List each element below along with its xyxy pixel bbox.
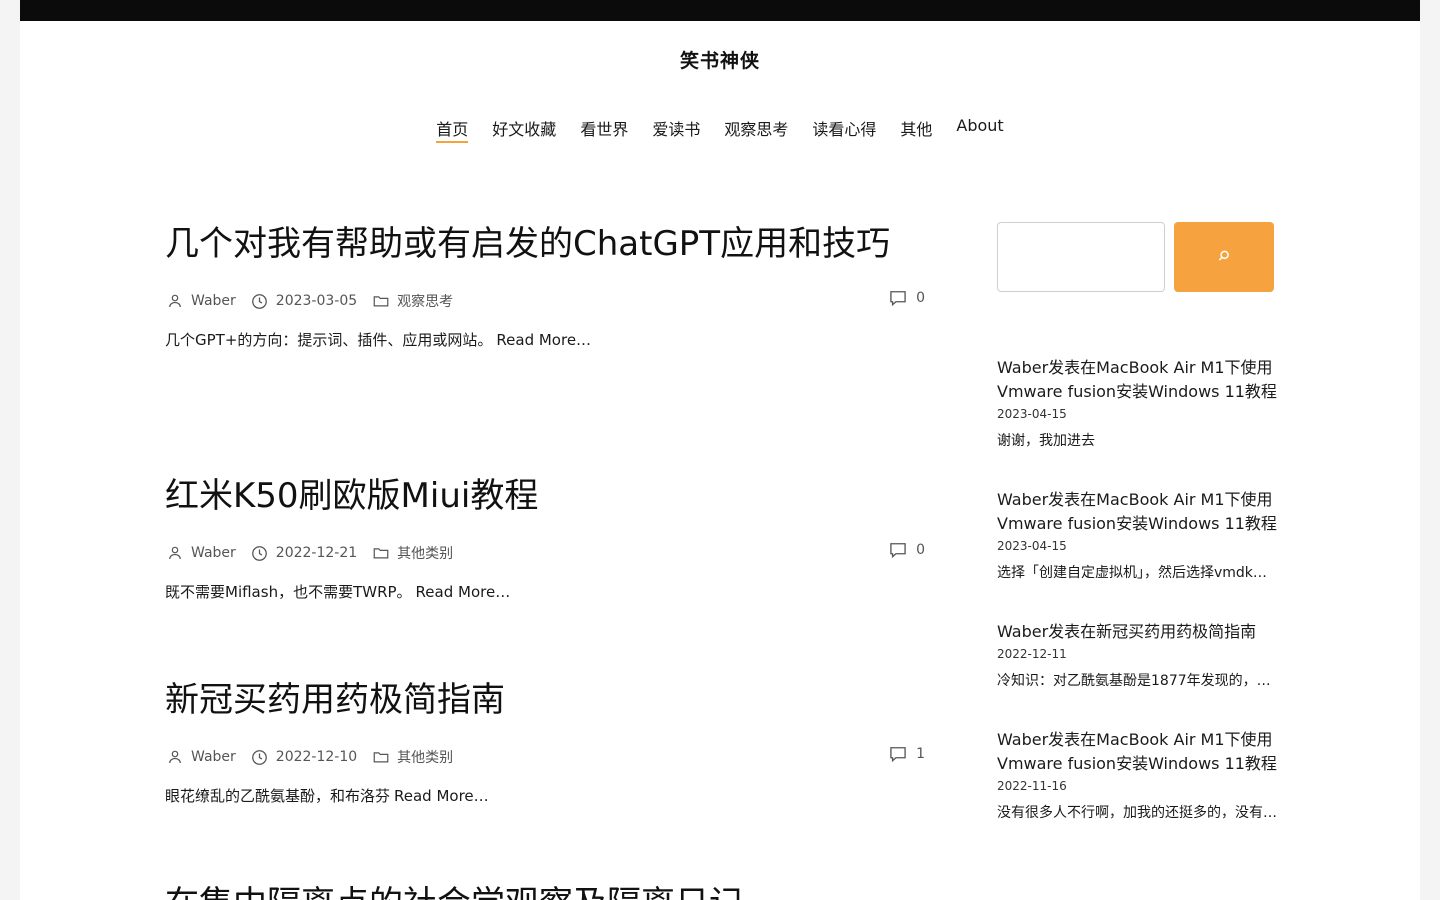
post-item: 红米K50刷欧版Miui教程 Waber 2022-12-21 其他类别 0 既… [165, 472, 925, 676]
read-more-link[interactable]: Read More… [416, 583, 511, 601]
post-comments[interactable]: 0 [888, 540, 925, 560]
post-author[interactable]: Waber [165, 291, 236, 311]
comment-date: 2022-12-11 [997, 647, 1067, 661]
site-title[interactable]: 笑书神侠 [20, 46, 1420, 73]
post-meta: Waber 2023-03-05 观察思考 0 [165, 288, 925, 314]
comment-excerpt: 谢谢，我加进去 [997, 433, 1095, 449]
post-list: 几个对我有帮助或有启发的ChatGPT应用和技巧 Waber 2023-03-0… [165, 220, 925, 900]
search-icon [1217, 249, 1231, 266]
search-form [997, 222, 1277, 292]
post-author[interactable]: Waber [165, 543, 236, 563]
post-category[interactable]: 其他类别 [371, 747, 453, 767]
comment-excerpt: 没有很多人不行啊，加我的还挺多的，没有… [997, 805, 1277, 821]
read-more-link[interactable]: Read More… [394, 787, 489, 805]
comment-bubble-icon [888, 540, 908, 560]
folder-icon [371, 747, 391, 767]
comment-excerpt: 选择「创建自定虚拟机」，然后选择vmdk… [997, 565, 1267, 581]
comment-heading[interactable]: Waber发表在MacBook Air M1下使用Vmware fusion安装… [997, 728, 1277, 776]
post-meta: Waber 2022-12-10 其他类别 1 [165, 744, 925, 770]
main-nav: 首页 好文收藏 看世界 爱读书 观察思考 读看心得 其他 About [20, 116, 1420, 143]
search-input[interactable] [997, 222, 1165, 292]
comment-bubble-icon [888, 288, 908, 308]
comment-date: 2023-04-15 [997, 407, 1067, 421]
nav-item-articles[interactable]: 好文收藏 [492, 116, 556, 143]
recent-comments-list: Waber发表在MacBook Air M1下使用Vmware fusion安装… [997, 356, 1277, 826]
post-excerpt: 既不需要Miflash，也不需要TWRP。 Read More… [165, 583, 511, 601]
comment-heading[interactable]: Waber发表在新冠买药用药极简指南 [997, 620, 1277, 644]
post-date[interactable]: 2022-12-10 [250, 747, 357, 767]
comment-bubble-icon [888, 744, 908, 764]
post-item: 几个对我有帮助或有启发的ChatGPT应用和技巧 Waber 2023-03-0… [165, 220, 925, 472]
list-item: Waber发表在MacBook Air M1下使用Vmware fusion安装… [997, 488, 1277, 586]
top-bar [20, 0, 1420, 21]
read-more-link[interactable]: Read More… [496, 331, 591, 349]
post-date[interactable]: 2022-12-21 [250, 543, 357, 563]
post-title[interactable]: 在集中隔离点的社会学观察及隔离日记 [165, 880, 925, 900]
folder-icon [371, 543, 391, 563]
folder-icon [371, 291, 391, 311]
post-date[interactable]: 2023-03-05 [250, 291, 357, 311]
clock-icon [250, 291, 270, 311]
post-item: 新冠买药用药极简指南 Waber 2022-12-10 其他类别 1 眼花缭乱的… [165, 676, 925, 880]
person-icon [165, 291, 185, 311]
clock-icon [250, 543, 270, 563]
nav-item-observation[interactable]: 观察思考 [724, 116, 788, 143]
nav-item-reading[interactable]: 爱读书 [652, 116, 700, 143]
search-button[interactable] [1174, 222, 1274, 292]
comment-date: 2022-11-16 [997, 779, 1067, 793]
comment-date: 2023-04-15 [997, 539, 1067, 553]
nav-item-about[interactable]: About [956, 116, 1003, 143]
comment-heading[interactable]: Waber发表在MacBook Air M1下使用Vmware fusion安装… [997, 488, 1277, 536]
clock-icon [250, 747, 270, 767]
post-comments[interactable]: 1 [888, 744, 925, 764]
page-frame: 笑书神侠 首页 好文收藏 看世界 爱读书 观察思考 读看心得 其他 About … [20, 0, 1420, 900]
comment-heading[interactable]: Waber发表在MacBook Air M1下使用Vmware fusion安装… [997, 356, 1277, 404]
post-category[interactable]: 其他类别 [371, 543, 453, 563]
nav-item-home[interactable]: 首页 [436, 116, 469, 143]
nav-item-world[interactable]: 看世界 [580, 116, 628, 143]
person-icon [165, 543, 185, 563]
comment-excerpt: 冷知识：对乙酰氨基酚是1877年发现的，… [997, 673, 1271, 689]
nav-item-other[interactable]: 其他 [900, 116, 932, 143]
list-item: Waber发表在MacBook Air M1下使用Vmware fusion安装… [997, 728, 1277, 826]
post-excerpt: 眼花缭乱的乙酰氨基酚，和布洛芬 Read More… [165, 787, 489, 805]
post-title[interactable]: 几个对我有帮助或有启发的ChatGPT应用和技巧 [165, 220, 925, 268]
post-title[interactable]: 红米K50刷欧版Miui教程 [165, 472, 925, 520]
post-author[interactable]: Waber [165, 747, 236, 767]
post-item: 在集中隔离点的社会学观察及隔离日记 [165, 880, 925, 900]
post-category[interactable]: 观察思考 [371, 291, 453, 311]
person-icon [165, 747, 185, 767]
post-title[interactable]: 新冠买药用药极简指南 [165, 676, 925, 724]
nav-item-notes[interactable]: 读看心得 [812, 116, 876, 143]
post-meta: Waber 2022-12-21 其他类别 0 [165, 540, 925, 566]
post-excerpt: 几个GPT+的方向：提示词、插件、应用或网站。 Read More… [165, 331, 592, 349]
sidebar: Waber发表在MacBook Air M1下使用Vmware fusion安装… [997, 222, 1277, 860]
list-item: Waber发表在MacBook Air M1下使用Vmware fusion安装… [997, 356, 1277, 454]
post-comments[interactable]: 0 [888, 288, 925, 308]
list-item: Waber发表在新冠买药用药极简指南 2022-12-11 冷知识：对乙酰氨基酚… [997, 620, 1277, 694]
